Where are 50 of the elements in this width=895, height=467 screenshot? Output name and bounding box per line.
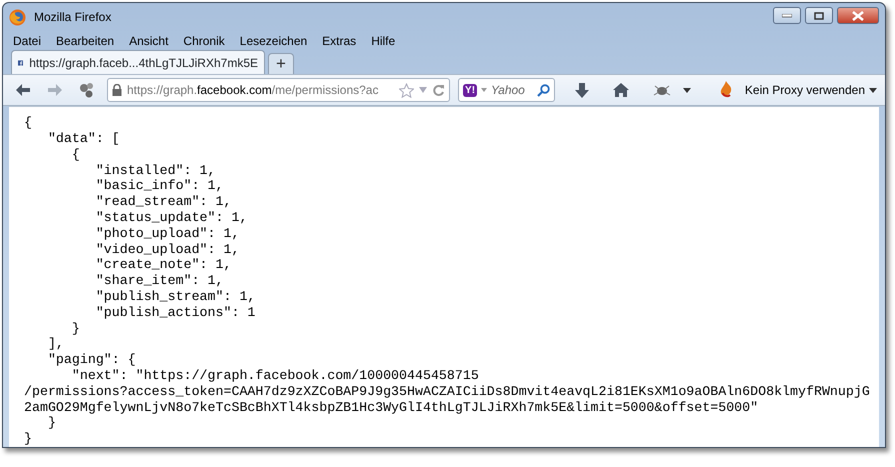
url-text: https://graph.facebook.com/me/permissions?ac <box>127 82 380 100</box>
json-line: { <box>24 115 33 132</box>
minimize-button[interactable] <box>773 7 801 24</box>
json-line: "publish_actions": 1 <box>94 304 256 321</box>
reload-icon[interactable] <box>432 84 446 97</box>
url-field[interactable]: https://graph.facebook.com/me/permissions?ac <box>107 78 450 102</box>
json-line: "video_upload": 1, <box>94 242 240 258</box>
minimize-icon <box>782 14 792 18</box>
search-placeholder: Yahoo <box>491 82 526 100</box>
close-icon <box>852 10 864 20</box>
menu-item[interactable]: Datei <box>13 32 42 50</box>
search-field[interactable]: Y! Yahoo <box>458 78 556 102</box>
proxy-dropdown[interactable]: Kein Proxy verwenden <box>744 81 877 100</box>
json-line: /permissions?access_token=CAAH7dz9zXZCoBAP9J9g35HwACZAICiiDs8Dmvit4eavqL2i81EKsXM1o9aOBAln6DO8klmyfRWnupjG <box>24 384 871 400</box>
json-line: "status_update": 1, <box>94 210 248 226</box>
json-line: "next": "https://graph.facebook.com/100000445458715 <box>70 368 480 384</box>
json-line: { <box>70 146 81 163</box>
window-title: Mozilla Firefox <box>34 9 112 26</box>
json-line: "installed": 1, <box>94 162 217 178</box>
caret-icon[interactable] <box>683 88 691 93</box>
json-line: "data": [ <box>46 131 121 147</box>
menu-item[interactable]: Bearbeiten <box>56 32 114 50</box>
json-line: "create_note": 1, <box>94 257 232 274</box>
json-line: "share_item": 1, <box>94 273 224 290</box>
menu-item[interactable]: Ansicht <box>129 32 168 50</box>
search-engine-logo: Y! <box>463 84 478 97</box>
menu-item[interactable]: Hilfe <box>371 32 396 50</box>
menu-item[interactable]: Chronik <box>183 32 225 50</box>
menu-item[interactable]: Extras <box>322 32 356 50</box>
json-line: "paging": { <box>46 352 137 368</box>
maximize-button[interactable] <box>805 7 833 24</box>
json-line: } <box>70 320 81 336</box>
json-line: "photo_upload": 1, <box>94 226 240 242</box>
search-icon[interactable] <box>537 84 550 97</box>
json-line: 2amGO29MgfelywnLjvN8o7keTcSBcBhXTl4ksbpZB1Hc3WyGlI4thLgTJLJiRXh7mk5E&limit=5000&offset=5000" <box>24 400 760 416</box>
json-line: "basic_info": 1, <box>94 178 224 194</box>
menu-item[interactable]: Lesezeichen <box>240 32 308 50</box>
caret-icon <box>869 88 877 93</box>
star-icon[interactable] <box>399 82 414 98</box>
json-line: "read_stream": 1, <box>94 194 232 210</box>
json-line: } <box>46 415 57 432</box>
json-line: ], <box>46 336 65 352</box>
json-line: "publish_stream": 1, <box>94 289 256 305</box>
maximize-icon <box>814 12 824 20</box>
close-button[interactable] <box>837 7 879 24</box>
json-line: } <box>24 431 33 447</box>
browser-tab[interactable]: https://graph.faceb...4thLgTJLJiRXh7mk5E <box>11 50 265 74</box>
firefox-logo-icon <box>9 8 26 26</box>
new-tab-button[interactable]: + <box>268 53 294 74</box>
lock-icon <box>112 84 122 96</box>
